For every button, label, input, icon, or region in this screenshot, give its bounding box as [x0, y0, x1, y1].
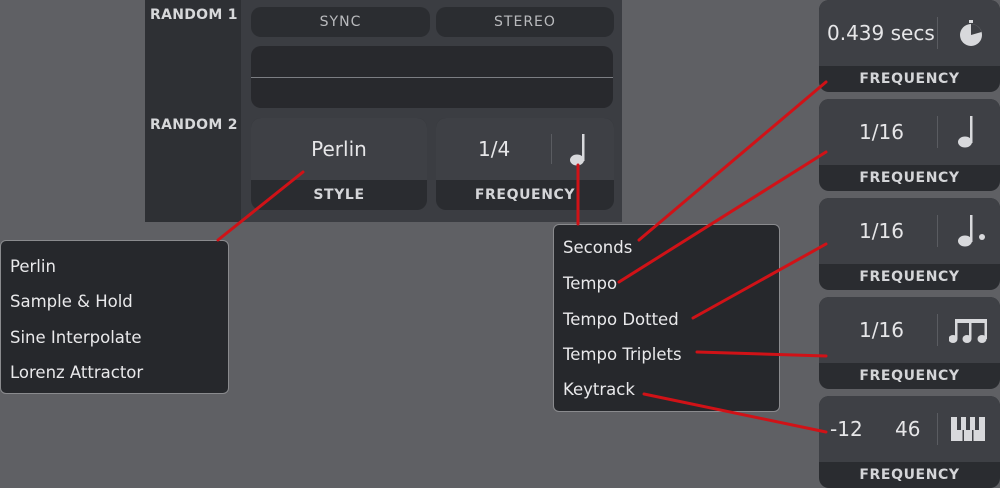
callout-tempo-triplets [695, 350, 828, 358]
callout-lines [216, 80, 828, 434]
callout-seconds [637, 80, 828, 242]
callout-keytrack [642, 392, 828, 434]
callout-style-to-menu [216, 170, 305, 242]
callout-tempo-dotted [691, 242, 828, 320]
